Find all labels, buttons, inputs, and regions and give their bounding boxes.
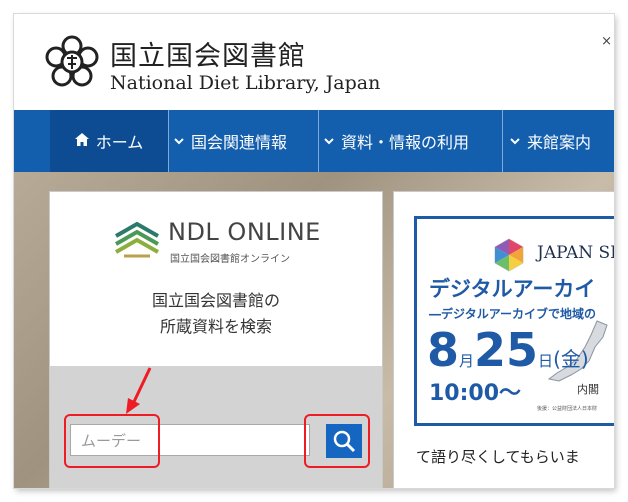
- chevron-down-icon: [174, 134, 184, 149]
- chevron-down-icon: [324, 134, 334, 149]
- ndl-online-subtitle: 国立国会図書館オンライン: [170, 254, 290, 265]
- event-place: 内閣: [577, 383, 599, 396]
- annotation-box-input: [64, 414, 160, 468]
- nav-item-home[interactable]: ホーム: [50, 110, 168, 172]
- event-title: デジタルアーカイ: [429, 277, 596, 301]
- site-title-ja[interactable]: 国立国会図書館: [110, 34, 306, 73]
- ndl-logo-icon[interactable]: [44, 34, 100, 90]
- japan-search-brand: JAPAN SE: [537, 243, 614, 263]
- nav-item-materials[interactable]: 資料・情報の利用: [324, 110, 469, 172]
- japan-search-logo-icon: [494, 238, 524, 272]
- nav-divider: [168, 110, 169, 172]
- event-banner[interactable]: JAPAN SE デジタルアーカイ ―デジタルアーカイブで地域の 8月25日(金…: [414, 216, 614, 426]
- search-description-line1: 国立国会図書館の: [151, 291, 280, 310]
- nav-divider: [502, 110, 503, 172]
- site-title-en[interactable]: National Diet Library, Japan: [110, 72, 380, 94]
- nav-divider: [318, 110, 319, 172]
- ndl-online-logo-icon: [115, 222, 159, 258]
- search-description: 国立国会図書館の 所蔵資料を検索: [50, 288, 382, 340]
- nav-item-visit[interactable]: 来館案内: [510, 110, 591, 172]
- event-organizer: 後援：公益財団法人日本財: [537, 406, 598, 412]
- nav-label-visit: 来館案内: [527, 133, 592, 152]
- nav-label-diet-info: 国会関連情報: [191, 133, 288, 152]
- nav-label-home: ホーム: [95, 133, 144, 152]
- event-month: 8: [427, 323, 460, 377]
- main-nav: ホーム 国会関連情報 資料・情報の利用 来館案内: [14, 110, 614, 172]
- header-edge-glyph: ×: [601, 34, 612, 49]
- nav-item-diet-info[interactable]: 国会関連情報: [174, 110, 287, 172]
- annotation-box-button: [304, 414, 370, 468]
- event-date: 8月25日(金): [427, 323, 589, 377]
- browser-viewport: 国立国会図書館 National Diet Library, Japan × ホ…: [14, 14, 614, 488]
- event-day-unit: 日: [538, 352, 554, 370]
- event-day: 25: [474, 323, 539, 377]
- site-header: 国立国会図書館 National Diet Library, Japan ×: [14, 14, 614, 110]
- event-time: 10:00～: [429, 381, 522, 406]
- nav-label-materials: 資料・情報の利用: [341, 133, 470, 152]
- home-icon: [74, 132, 89, 150]
- event-month-unit: 月: [459, 352, 475, 370]
- chevron-down-icon: [510, 134, 520, 149]
- event-description[interactable]: て語り尽くしてもらいま: [416, 446, 580, 467]
- event-weekday: (金): [553, 347, 589, 371]
- annotation-arrow-icon: [126, 367, 152, 414]
- ndl-online-brand: NDL ONLINE: [168, 218, 321, 246]
- search-description-line2: 所蔵資料を検索: [159, 317, 272, 336]
- event-card[interactable]: JAPAN SE デジタルアーカイ ―デジタルアーカイブで地域の 8月25日(金…: [394, 192, 614, 488]
